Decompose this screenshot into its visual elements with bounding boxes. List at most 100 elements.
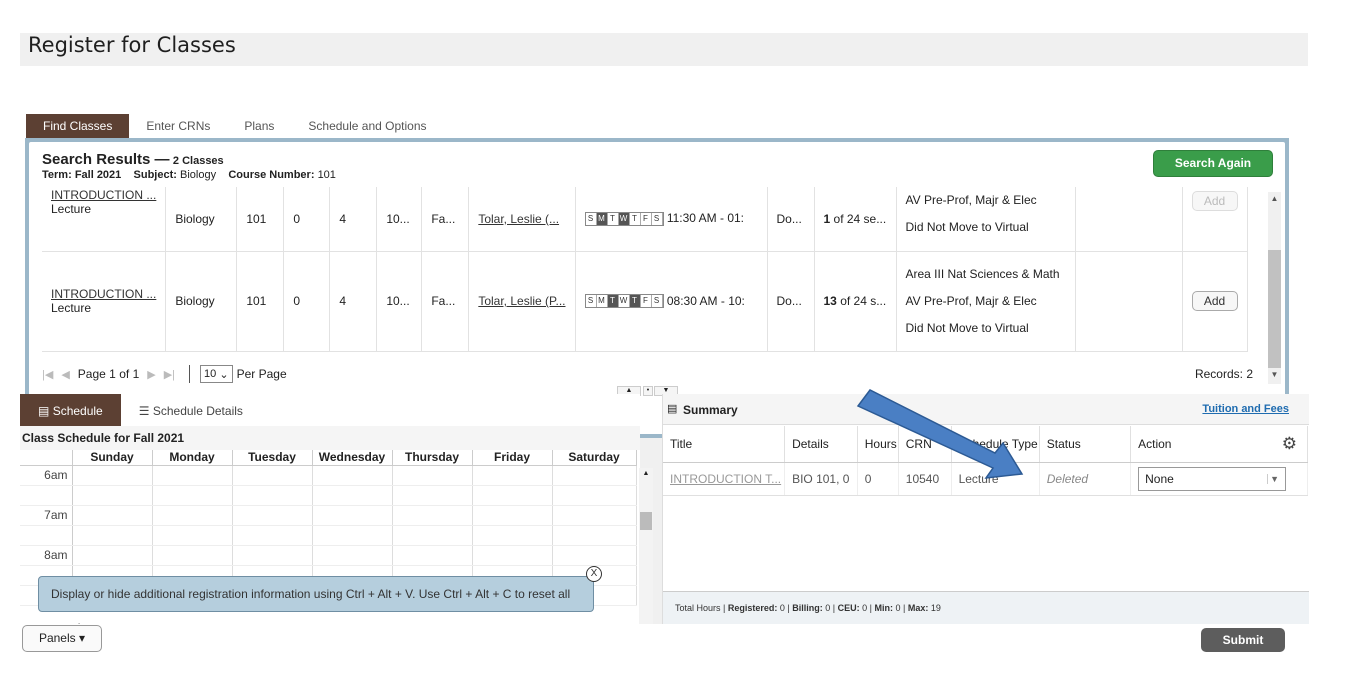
first-page-icon[interactable]: |◀: [42, 368, 53, 381]
status-cell: 13 of 24 s...: [814, 251, 897, 352]
day-indicator: T: [629, 213, 641, 226]
day-header: Saturday: [552, 450, 637, 466]
splitter-dot-icon[interactable]: •: [643, 386, 653, 396]
attribute: AV Pre-Prof, Majr & Elec: [905, 293, 1037, 308]
scroll-up-icon[interactable]: ▲: [1268, 194, 1281, 206]
column-header[interactable]: Title: [663, 426, 786, 463]
results-table: INTRODUCTION ... Lecture Biology 101 0 4 …: [42, 187, 1248, 352]
tab-schedule-details[interactable]: ☰ Schedule Details: [121, 394, 261, 426]
page-number[interactable]: 1: [109, 367, 116, 381]
tab-schedule-and-options[interactable]: Schedule and Options: [291, 114, 443, 138]
subject-cell: Biology: [165, 187, 238, 252]
day-indicator: M: [596, 295, 608, 308]
submit-button[interactable]: Submit: [1201, 628, 1285, 652]
instructor-link[interactable]: Tolar, Leslie (...: [478, 212, 559, 226]
search-again-button[interactable]: Search Again: [1153, 150, 1273, 177]
meeting-time: 11:30 AM - 01:: [666, 211, 744, 226]
footer-bar: Panels ▾ Submit: [20, 624, 1308, 659]
summary-icon: ▤: [667, 403, 678, 415]
column-header[interactable]: Details: [784, 426, 858, 463]
column-header[interactable]: Status: [1039, 426, 1132, 463]
registered-label: Registered:: [727, 603, 778, 613]
add-button[interactable]: Add: [1191, 291, 1238, 311]
hour-label: 8am: [20, 545, 73, 566]
close-icon[interactable]: X: [586, 566, 602, 582]
meeting-times-cell: SMTWTFS 11:30 AM - 01:: [575, 187, 768, 252]
day-indicator: M: [596, 213, 608, 226]
action-cell: None ▼: [1130, 462, 1308, 496]
keyboard-tip-banner: Display or hide additional registration …: [38, 566, 602, 635]
linked-cell: [1075, 187, 1183, 252]
summary-course-link[interactable]: INTRODUCTION T...: [670, 472, 781, 486]
registration-tabs: Find Classes Enter CRNs Plans Schedule a…: [26, 114, 444, 138]
campus-cell: Do...: [767, 187, 815, 252]
day-indicator: T: [629, 295, 641, 308]
tab-schedule-details-label: Schedule Details: [152, 404, 243, 418]
records-count: Records: 2: [1194, 367, 1253, 381]
day-header: Thursday: [392, 450, 473, 466]
schedule-caption: Class Schedule for Fall 2021: [20, 426, 640, 450]
term-cell: Fa...: [421, 251, 470, 352]
next-page-icon[interactable]: ▶: [147, 368, 155, 381]
gear-icon[interactable]: ⚙: [1282, 434, 1297, 454]
tuition-and-fees-link[interactable]: Tuition and Fees: [1202, 403, 1289, 415]
attribute: Did Not Move to Virtual: [905, 220, 1029, 234]
min-value: 0: [895, 603, 901, 613]
subject-cell: Biology: [165, 251, 238, 352]
tab-plans[interactable]: Plans: [227, 114, 291, 138]
tab-find-classes[interactable]: Find Classes: [26, 114, 130, 138]
day-header: Tuesday: [232, 450, 313, 466]
attribute: Area III Nat Sciences & Math: [905, 266, 1060, 281]
details-cell: BIO 101, 0: [784, 462, 858, 496]
subject-value: Biology: [180, 169, 217, 181]
registered-value: 0: [779, 603, 785, 613]
course-title-link[interactable]: INTRODUCTION ...: [51, 287, 156, 301]
hour-column-header: [20, 450, 73, 466]
day-header: Monday: [152, 450, 233, 466]
calendar-scroll-thumb[interactable]: [640, 512, 652, 530]
term-label: Term:: [42, 169, 72, 181]
results-scroll-thumb[interactable]: [1268, 250, 1281, 368]
campus-cell: Do...: [767, 251, 815, 352]
crn-cell: 10540: [898, 462, 952, 496]
day-indicator: S: [585, 295, 597, 308]
prev-page-icon[interactable]: ◀: [61, 368, 69, 381]
tab-enter-crns[interactable]: Enter CRNs: [129, 114, 227, 138]
day-indicator: F: [640, 213, 652, 226]
add-button[interactable]: Add: [1191, 191, 1238, 211]
section-cell: 0: [283, 251, 331, 352]
action-select[interactable]: None ▼: [1138, 466, 1287, 491]
instructor-link[interactable]: Tolar, Leslie (P...: [478, 294, 565, 308]
max-value: 19: [930, 603, 941, 613]
last-page-icon[interactable]: ▶|: [164, 368, 175, 381]
ceu-label: CEU:: [837, 603, 860, 613]
attribute: Did Not Move to Virtual: [905, 320, 1029, 335]
status-cell: Deleted: [1039, 462, 1132, 496]
day-indicator: F: [640, 295, 652, 308]
table-row: INTRODUCTION ... Lecture Biology 101 0 4 …: [42, 187, 1248, 252]
meeting-days: SMTWTFS: [584, 294, 664, 309]
course-title-link[interactable]: INTRODUCTION ...: [51, 188, 156, 202]
course-number-value: 101: [317, 169, 336, 181]
per-page-label: Per Page: [236, 367, 287, 381]
column-header[interactable]: Hours: [857, 426, 899, 463]
panels-button[interactable]: Panels ▾: [22, 625, 102, 652]
chevron-down-icon: ⌄: [219, 368, 229, 381]
day-indicator: S: [585, 213, 597, 226]
attributes-cell: AV Pre-Prof, Majr & Elec Did Not Move to…: [896, 187, 1076, 252]
tab-schedule[interactable]: ▤ Schedule: [20, 394, 121, 426]
action-column-label[interactable]: Action: [1138, 437, 1171, 451]
action-select-value: None: [1145, 471, 1174, 486]
column-header[interactable]: Schedule Type: [951, 426, 1040, 463]
per-page-select[interactable]: 10 ⌄: [200, 365, 233, 383]
billing-value: 0: [825, 603, 831, 613]
summary-table: Title Details Hours CRN Schedule Type St…: [663, 426, 1308, 496]
day-indicator: W: [618, 295, 630, 308]
day-indicator: W: [618, 213, 630, 226]
search-results-count: 2 Classes: [172, 155, 224, 167]
column-header[interactable]: CRN: [898, 426, 952, 463]
results-scrollbar[interactable]: ▲ ▼: [1268, 192, 1281, 384]
pager-divider: [189, 365, 191, 383]
scroll-down-icon[interactable]: ▼: [1268, 370, 1281, 382]
scroll-up-icon[interactable]: ▲: [639, 470, 653, 477]
